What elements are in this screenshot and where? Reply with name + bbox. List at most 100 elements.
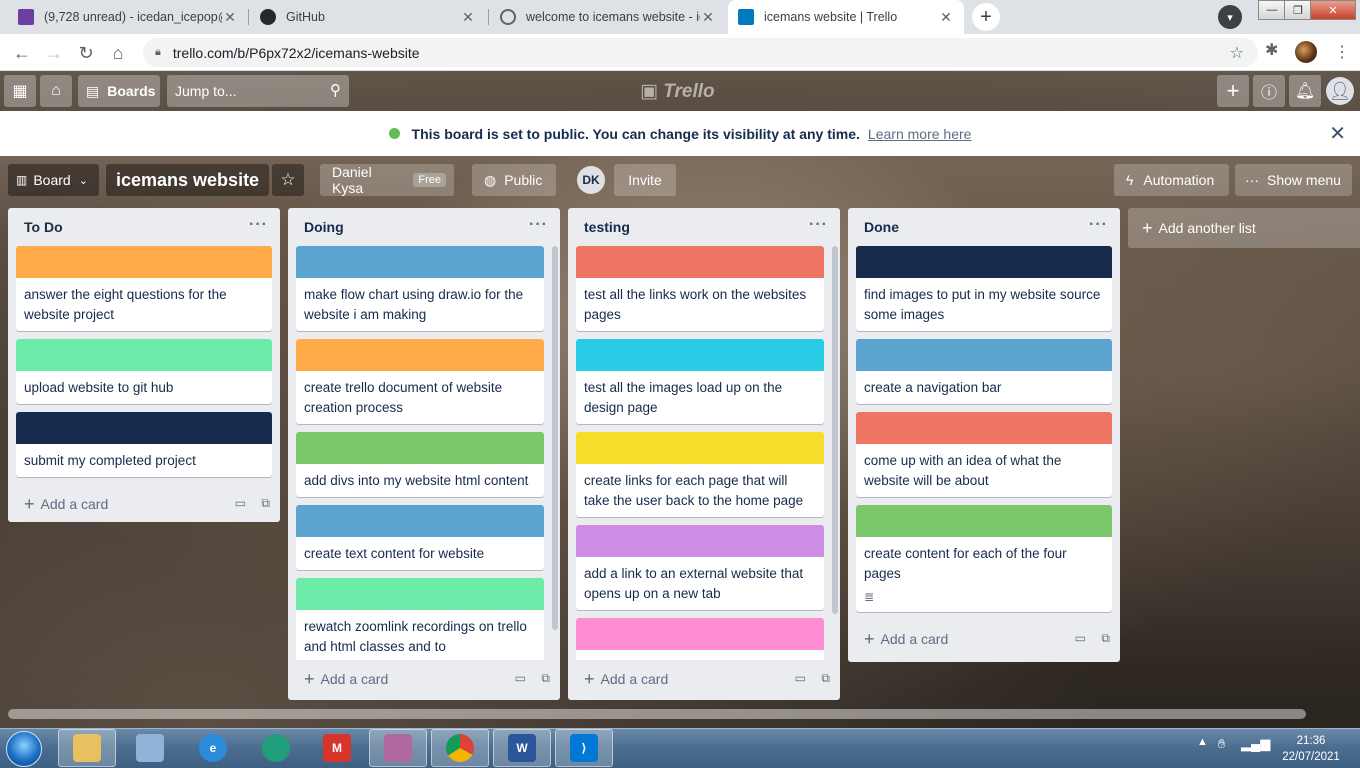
list-menu-icon[interactable]: ··· bbox=[809, 216, 828, 234]
taskbar-edge[interactable] bbox=[247, 729, 305, 767]
taskbar-clock[interactable]: 21:36 22/07/2021 bbox=[1275, 733, 1347, 765]
tab-gmail[interactable]: (9,728 unread) - icedan_icepop@ ✕ bbox=[8, 0, 248, 34]
home-button-icon[interactable]: ⌂ bbox=[40, 75, 72, 107]
card[interactable]: make flow chart using draw.io for the we… bbox=[296, 246, 544, 331]
close-window-button[interactable]: ✕ bbox=[1310, 0, 1356, 20]
tray-expand-icon[interactable]: ▲ bbox=[1197, 736, 1208, 748]
search-icon[interactable]: ⚲ bbox=[330, 81, 341, 99]
card[interactable]: rewatch zoomlink recordings on trello an… bbox=[296, 578, 544, 660]
taskbar-chrome[interactable] bbox=[431, 729, 489, 767]
trello-logo[interactable]: ▣ Trello bbox=[640, 80, 715, 103]
tab-search-icon[interactable]: ▾ bbox=[1218, 5, 1242, 29]
card[interactable]: upload website to git hub bbox=[16, 339, 272, 404]
network-signal-icon[interactable]: ▂▄▆ bbox=[1241, 736, 1270, 752]
banner-close-icon[interactable]: ✕ bbox=[1329, 121, 1346, 146]
camera-icon[interactable]: ▭ bbox=[1075, 631, 1086, 645]
card[interactable]: create text content for website bbox=[296, 505, 544, 570]
card[interactable]: create trello document of website creati… bbox=[296, 339, 544, 424]
reload-icon[interactable]: ↻ bbox=[72, 39, 100, 67]
camera-icon[interactable]: ▭ bbox=[235, 496, 246, 510]
member-avatar-icon[interactable]: 👤︎ bbox=[1326, 77, 1354, 105]
profile-avatar[interactable] bbox=[1295, 41, 1317, 63]
taskbar-word[interactable]: W bbox=[493, 729, 551, 767]
extensions-icon[interactable]: ✱ bbox=[1265, 40, 1278, 60]
list-header[interactable]: testing ··· bbox=[568, 208, 840, 246]
card[interactable]: add a link to an external website that o… bbox=[576, 525, 824, 610]
list-scrollbar[interactable] bbox=[832, 246, 838, 614]
card[interactable]: create a navigation bar bbox=[856, 339, 1112, 404]
card[interactable]: create links for each page that will tak… bbox=[576, 432, 824, 517]
taskbar-mp3[interactable]: M bbox=[308, 729, 366, 767]
list-menu-icon[interactable]: ··· bbox=[1089, 216, 1108, 234]
taskbar-vscode[interactable]: ⟩ bbox=[555, 729, 613, 767]
jump-to-search[interactable]: Jump to... ⚲ bbox=[167, 75, 349, 107]
add-list-button[interactable]: + Add another list bbox=[1128, 208, 1360, 248]
home-icon[interactable]: ⌂ bbox=[104, 39, 132, 67]
card-template-icon[interactable]: ⧉ bbox=[1101, 631, 1110, 646]
omnibox[interactable]: 🔒︎ trello.com/b/P6px72x2/icemans-website… bbox=[143, 38, 1258, 67]
automation-button[interactable]: ϟ Automation bbox=[1114, 164, 1229, 196]
card[interactable]: test that all links and mobile bbox=[576, 618, 824, 660]
list-header[interactable]: To Do ··· bbox=[8, 208, 280, 246]
new-tab-button[interactable]: + bbox=[972, 3, 1000, 31]
card[interactable]: add divs into my website html content bbox=[296, 432, 544, 497]
minimize-button[interactable]: — bbox=[1258, 0, 1286, 20]
card-template-icon[interactable]: ⧉ bbox=[541, 671, 550, 686]
boards-button[interactable]: ▤ Boards bbox=[78, 75, 160, 107]
create-plus-icon[interactable]: + bbox=[1217, 75, 1249, 107]
card[interactable]: submit my completed project bbox=[16, 412, 272, 477]
taskbar-winrar[interactable] bbox=[369, 729, 427, 767]
notifications-bell-icon[interactable]: 🔔︎ bbox=[1289, 75, 1321, 107]
list-menu-icon[interactable]: ··· bbox=[249, 216, 268, 234]
list-title[interactable]: Doing bbox=[304, 219, 344, 235]
maximize-button[interactable]: ❐ bbox=[1284, 0, 1312, 20]
star-board-icon[interactable]: ☆ bbox=[272, 164, 304, 196]
tab-github[interactable]: GitHub ✕ bbox=[250, 0, 486, 34]
board-horizontal-scrollbar[interactable] bbox=[8, 709, 1306, 719]
board-title[interactable]: icemans website bbox=[106, 164, 270, 196]
windows-start-button[interactable] bbox=[6, 731, 42, 767]
list-scrollbar[interactable] bbox=[552, 246, 558, 630]
taskbar-file-explorer[interactable] bbox=[58, 729, 116, 767]
add-card-button[interactable]: + Add a card ▭ ⧉ bbox=[8, 485, 280, 523]
tab-close-icon[interactable]: ✕ bbox=[460, 9, 476, 26]
tab-close-icon[interactable]: ✕ bbox=[700, 9, 716, 26]
tab-trello[interactable]: icemans website | Trello ✕ bbox=[728, 0, 964, 34]
add-card-button[interactable]: + Add a card ▭ ⧉ bbox=[848, 620, 1120, 658]
board-view-switcher[interactable]: ▥ Board ⌄ bbox=[8, 164, 99, 196]
card[interactable]: answer the eight questions for the websi… bbox=[16, 246, 272, 331]
back-icon[interactable]: ← bbox=[8, 39, 36, 67]
invite-button[interactable]: Invite bbox=[614, 164, 676, 196]
card-template-icon[interactable]: ⧉ bbox=[261, 496, 270, 511]
app-switcher-icon[interactable]: ▦ bbox=[4, 75, 36, 107]
bookmark-star-icon[interactable]: ☆ bbox=[1230, 43, 1244, 63]
card[interactable]: test all the images load up on the desig… bbox=[576, 339, 824, 424]
info-icon[interactable]: ⓘ bbox=[1253, 75, 1285, 107]
add-card-button[interactable]: + Add a card ▭ ⧉ bbox=[288, 660, 560, 698]
learn-more-link[interactable]: Learn more here bbox=[868, 126, 972, 142]
show-menu-button[interactable]: ··· Show menu bbox=[1235, 164, 1352, 196]
taskbar-paint[interactable] bbox=[121, 729, 179, 767]
camera-icon[interactable]: ▭ bbox=[515, 671, 526, 685]
forward-icon[interactable]: → bbox=[40, 39, 68, 67]
add-card-button[interactable]: + Add a card ▭ ⧉ bbox=[568, 660, 840, 698]
card[interactable]: come up with an idea of what the website… bbox=[856, 412, 1112, 497]
list-title[interactable]: Done bbox=[864, 219, 899, 235]
card[interactable]: test all the links work on the websites … bbox=[576, 246, 824, 331]
card-template-icon[interactable]: ⧉ bbox=[821, 671, 830, 686]
list-title[interactable]: To Do bbox=[24, 219, 63, 235]
member-avatar[interactable]: DK bbox=[577, 166, 605, 194]
card[interactable]: create content for each of the four page… bbox=[856, 505, 1112, 612]
visibility-button[interactable]: ◍ Public bbox=[472, 164, 556, 196]
card[interactable]: find images to put in my website source … bbox=[856, 246, 1112, 331]
tab-close-icon[interactable]: ✕ bbox=[222, 9, 238, 26]
tray-hand-icon[interactable]: ✋︎ bbox=[1218, 736, 1225, 752]
list-header[interactable]: Doing ··· bbox=[288, 208, 560, 246]
tab-close-icon[interactable]: ✕ bbox=[938, 9, 954, 26]
chrome-menu-icon[interactable]: ⋮ bbox=[1334, 42, 1350, 62]
list-title[interactable]: testing bbox=[584, 219, 630, 235]
workspace-button[interactable]: Daniel Kysa Free bbox=[320, 164, 454, 196]
camera-icon[interactable]: ▭ bbox=[795, 671, 806, 685]
list-menu-icon[interactable]: ··· bbox=[529, 216, 548, 234]
tab-welcome[interactable]: welcome to icemans website - ic ✕ bbox=[490, 0, 726, 34]
